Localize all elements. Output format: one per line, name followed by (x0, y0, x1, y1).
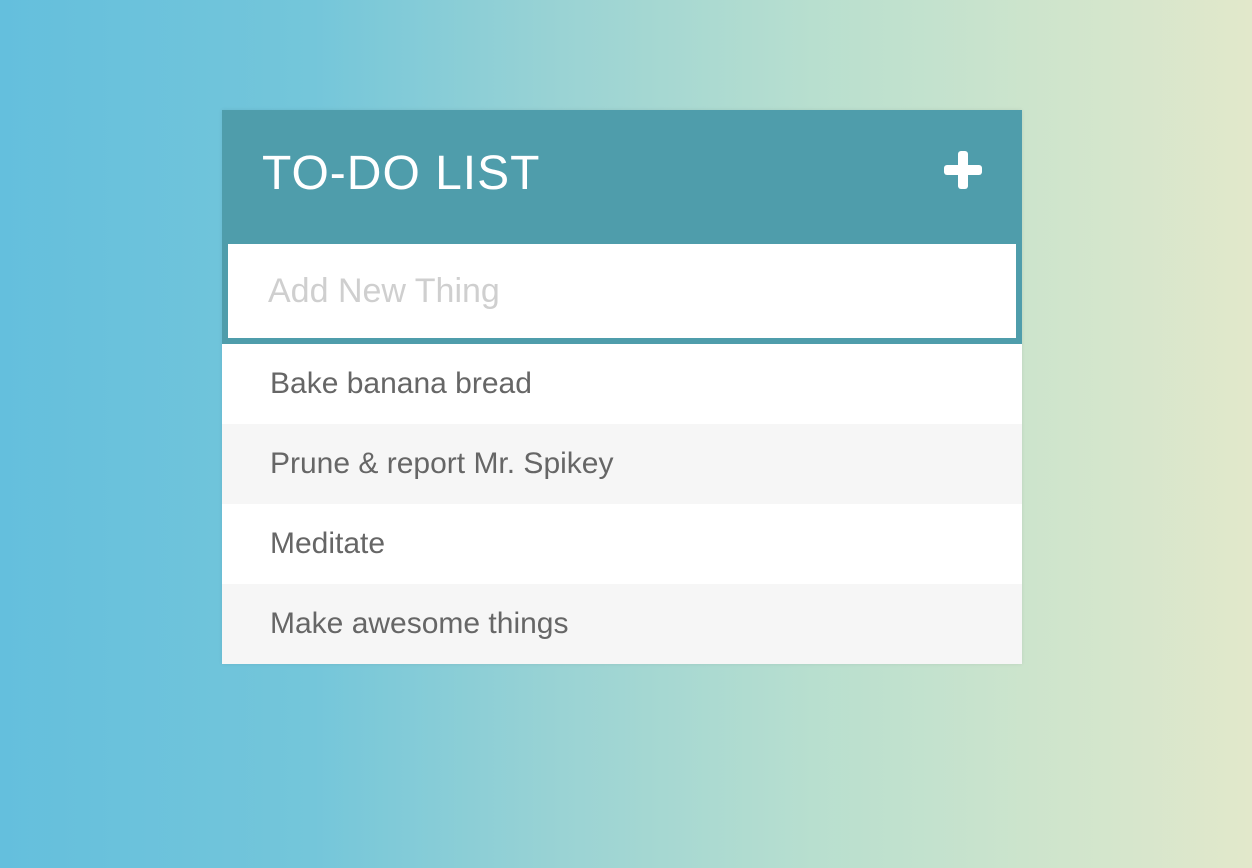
todo-item-make-awesome-things[interactable]: Make awesome things (222, 584, 1022, 664)
todo-item-bake-banana-bread[interactable]: Bake banana bread (222, 344, 1022, 424)
new-item-input[interactable] (228, 244, 1016, 338)
new-item-form (222, 238, 1022, 344)
todo-card: TO-DO LIST Bake banana bread Prune & rep… (222, 110, 1022, 664)
plus-icon (944, 151, 982, 189)
todo-header: TO-DO LIST (222, 110, 1022, 238)
todo-item-meditate[interactable]: Meditate (222, 504, 1022, 584)
add-toggle-button[interactable] (944, 151, 982, 189)
todo-item-prune-report[interactable]: Prune & report Mr. Spikey (222, 424, 1022, 504)
todo-list: Bake banana bread Prune & report Mr. Spi… (222, 344, 1022, 664)
page-title: TO-DO LIST (262, 147, 541, 200)
